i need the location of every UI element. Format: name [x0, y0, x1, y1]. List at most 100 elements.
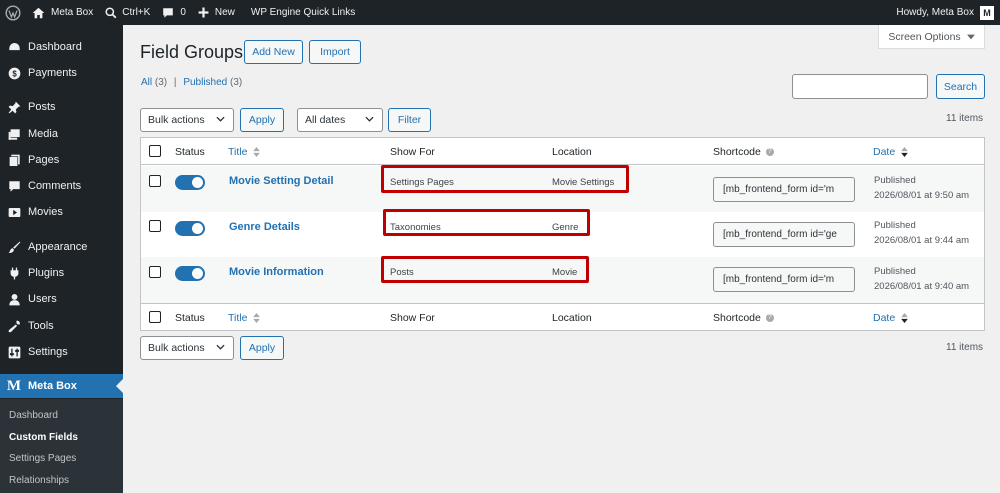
sidebar-item-label: Settings — [28, 346, 68, 358]
search-button[interactable]: Search — [936, 74, 985, 99]
sidebar-item-media[interactable]: Media — [0, 122, 123, 146]
column-shortcode: Shortcode ? — [713, 312, 774, 324]
submenu-item-custom-fields[interactable]: Custom Fields — [9, 432, 78, 443]
sidebar-item-label: Plugins — [28, 267, 65, 279]
sidebar-item-plugins[interactable]: Plugins — [0, 261, 123, 285]
filter-published-link[interactable]: Published — [183, 77, 227, 88]
sidebar-item-dashboard[interactable]: Dashboard — [0, 35, 123, 59]
screen-options-button[interactable]: Screen Options — [878, 25, 985, 49]
row-title-link[interactable]: Movie Setting Detail — [229, 175, 334, 187]
sidebar-item-pages[interactable]: Pages — [0, 148, 123, 172]
new-content-link[interactable]: New — [192, 0, 241, 25]
column-date[interactable]: Date — [873, 146, 908, 158]
sidebar-item-movies[interactable]: Movies — [0, 200, 123, 224]
bulk-actions-select-top[interactable]: Bulk actions — [140, 108, 234, 132]
column-date-label: Date — [873, 312, 896, 324]
pin-icon — [7, 100, 21, 114]
row-post-status: Published — [874, 220, 916, 231]
row-shortcode-field[interactable]: [mb_frontend_form id='ge — [713, 222, 855, 247]
my-account[interactable]: Howdy, Meta Box M — [896, 5, 1000, 20]
row-title-link[interactable]: Movie Information — [229, 266, 324, 278]
filter-separator: | — [173, 77, 177, 88]
status-toggle[interactable] — [175, 175, 205, 190]
row-checkbox[interactable] — [149, 266, 161, 278]
status-toggle[interactable] — [175, 221, 205, 236]
column-title[interactable]: Title — [228, 146, 261, 158]
sidebar-item-payments[interactable]: $ Payments — [0, 61, 123, 85]
sidebar-item-tools[interactable]: Tools — [0, 314, 123, 338]
sidebar-item-label: Posts — [28, 101, 56, 113]
submenu-item-settings-pages[interactable]: Settings Pages — [9, 453, 76, 464]
import-button[interactable]: Import — [309, 40, 361, 64]
search-icon — [105, 6, 117, 18]
command-palette-link[interactable]: Ctrl+K — [99, 0, 156, 25]
status-toggle[interactable] — [175, 266, 205, 281]
greeting: Howdy, Meta Box — [896, 7, 974, 18]
field-groups-table: Status Title Show For Location Shortcode… — [140, 137, 985, 331]
dashboard-icon — [7, 40, 21, 54]
column-location: Location — [552, 146, 592, 158]
sidebar-item-label: Tools — [28, 320, 54, 332]
sidebar-item-label: Pages — [28, 154, 60, 166]
sidebar-item-settings[interactable]: Settings — [0, 340, 123, 364]
search-input[interactable] — [792, 74, 928, 99]
sidebar-item-label: Meta Box — [28, 380, 77, 392]
wordpress-logo-icon[interactable] — [0, 0, 26, 25]
row-post-status: Published — [874, 175, 916, 186]
bulk-actions-select-bottom[interactable]: Bulk actions — [140, 336, 234, 360]
row-checkbox[interactable] — [149, 175, 161, 187]
column-date[interactable]: Date — [873, 312, 908, 324]
main-content: Screen Options Field Groups Add New Impo… — [123, 25, 1000, 493]
column-status: Status — [175, 146, 205, 158]
row-shortcode-field[interactable]: [mb_frontend_form id='m — [713, 267, 855, 292]
sidebar-item-posts[interactable]: Posts — [0, 95, 123, 119]
highlight-box-row-2 — [383, 209, 590, 236]
sort-desc-icon — [901, 313, 908, 324]
svg-text:$: $ — [12, 69, 17, 78]
sidebar-item-label: Movies — [28, 206, 63, 218]
chevron-down-icon — [365, 116, 374, 122]
sidebar-item-label: Dashboard — [28, 41, 82, 53]
sidebar-item-users[interactable]: Users — [0, 287, 123, 311]
date-filter-select[interactable]: All dates — [297, 108, 383, 132]
bulk-actions-value: Bulk actions — [148, 342, 205, 354]
quick-links-label: WP Engine Quick Links — [250, 7, 356, 18]
sidebar-item-comments[interactable]: Comments — [0, 174, 123, 198]
chevron-down-icon — [216, 116, 225, 122]
site-name: Meta Box — [51, 7, 94, 18]
apply-button-top[interactable]: Apply — [240, 108, 284, 132]
home-icon — [32, 7, 45, 18]
table-header: Status Title Show For Location Shortcode… — [141, 138, 984, 165]
row-title-link[interactable]: Genre Details — [229, 221, 300, 233]
sidebar-item-label: Payments — [28, 67, 77, 79]
admin-bar: Meta Box Ctrl+K 0 New WP Engine Quick Li… — [0, 0, 1000, 25]
site-name-link[interactable]: Meta Box — [26, 0, 99, 25]
filter-button[interactable]: Filter — [388, 108, 431, 132]
comments-link[interactable]: 0 — [156, 0, 192, 25]
sidebar-item-appearance[interactable]: Appearance — [0, 235, 123, 259]
row-shortcode-field[interactable]: [mb_frontend_form id='m — [713, 177, 855, 202]
sidebar-item-label: Comments — [28, 180, 82, 192]
select-all-checkbox[interactable] — [149, 145, 161, 157]
sidebar-item-label: Appearance — [28, 241, 88, 253]
filter-all-link[interactable]: All — [141, 77, 152, 88]
meta-box-logo-icon: M — [6, 377, 22, 394]
sidebar-item-meta-box[interactable]: M Meta Box — [0, 374, 123, 398]
admin-sidebar: Dashboard $ Payments Posts Media Pages C… — [0, 25, 123, 493]
info-icon[interactable]: ? — [765, 314, 774, 323]
row-checkbox[interactable] — [149, 220, 161, 232]
comments-count: 0 — [180, 7, 186, 18]
submenu-item-dashboard[interactable]: Dashboard — [9, 410, 58, 421]
column-title[interactable]: Title — [228, 312, 261, 324]
info-icon[interactable]: ? — [765, 148, 774, 157]
shortcut-label: Ctrl+K — [122, 7, 151, 18]
sort-desc-icon — [901, 147, 908, 158]
submenu-item-relationships[interactable]: Relationships — [9, 475, 69, 486]
column-shortcode-label: Shortcode — [713, 146, 761, 158]
apply-button-bottom[interactable]: Apply — [240, 336, 284, 360]
add-new-button[interactable]: Add New — [244, 40, 303, 64]
quick-links-menu[interactable]: WP Engine Quick Links — [245, 0, 361, 25]
column-location: Location — [552, 312, 592, 324]
select-all-checkbox-bottom[interactable] — [149, 311, 161, 323]
pages-icon — [7, 153, 21, 167]
